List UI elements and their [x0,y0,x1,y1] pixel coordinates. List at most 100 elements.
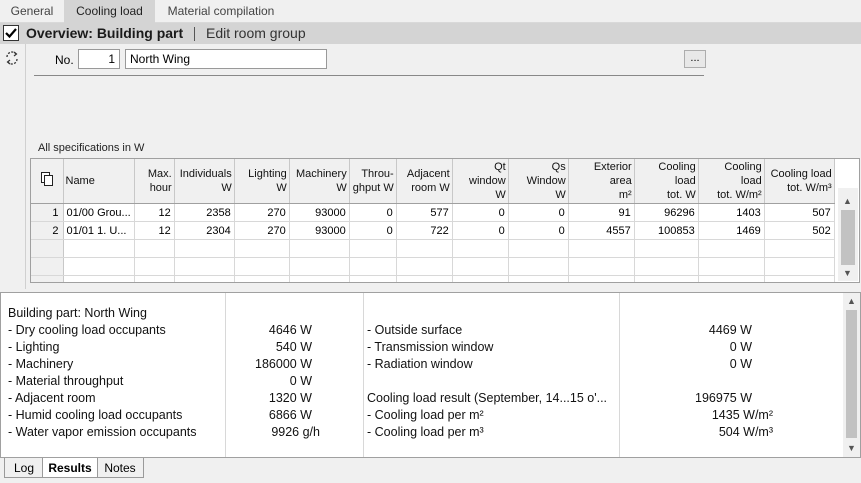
tab-cooling-load[interactable]: Cooling load [64,0,155,23]
result-label: - Water vapor emission occupants [8,425,197,439]
result-value: 196975 W [695,391,752,405]
top-tab-bar: General Cooling load Material compilatio… [0,0,861,23]
result-label: - Humid cooling load occupants [8,408,183,422]
scroll-up-arrow-icon[interactable]: ▲ [843,196,852,206]
more-button[interactable]: ... [684,50,706,68]
table-cell[interactable]: 93000 [289,203,350,222]
empty-row[interactable] [31,257,835,276]
table-cell[interactable]: 270 [234,203,290,222]
results-column-divider [619,293,620,457]
page-title: Overview: Building part [26,25,184,41]
tab-general[interactable]: General [0,0,64,23]
table-cell[interactable]: 91 [568,203,635,222]
table-cell[interactable]: 0 [508,221,569,240]
header-divider [194,27,195,41]
copy-column-header[interactable] [31,159,64,204]
table-cell[interactable]: 502 [764,221,835,240]
table-cell[interactable]: 1403 [698,203,765,222]
empty-row[interactable] [31,239,835,258]
checkmark-icon [5,28,17,39]
name-field[interactable]: North Wing [125,49,327,69]
table-cell[interactable]: 100853 [634,221,699,240]
table-cell[interactable]: 93000 [289,221,350,240]
scroll-down-arrow-icon[interactable]: ▼ [843,268,852,278]
results-panel: Building part: North Wing - Dry cooling … [0,292,861,458]
result-value: 186000 W [255,357,312,371]
tab-material-compilation[interactable]: Material compilation [155,0,287,23]
overview-header: Overview: Building part Edit room group [0,23,861,44]
scroll-down-arrow-icon[interactable]: ▼ [847,443,856,453]
row-number: 1 [31,203,64,222]
left-tool-strip [0,44,26,289]
result-label: Cooling load result (September, 14...15 … [367,391,608,405]
result-value: 9926 g/h [271,425,320,439]
empty-row[interactable] [31,275,835,282]
result-label: Building part: North Wing [8,306,147,320]
column-header[interactable]: Name [63,159,135,204]
result-label: - Cooling load per m² [367,408,484,422]
result-value: 0 W [289,374,312,388]
table-row[interactable]: 2 01/01 1. U... 12 2304 270 93000 0 722 … [31,221,835,240]
result-label: - Lighting [8,340,60,354]
column-header[interactable]: Max. hour [134,159,175,204]
edit-room-group-link[interactable]: Edit room group [206,24,306,43]
column-header[interactable]: Machinery W [289,159,350,204]
table-cell[interactable]: 12 [134,203,175,222]
scroll-up-arrow-icon[interactable]: ▲ [847,296,856,306]
column-header[interactable]: Individuals W [174,159,235,204]
result-value: 504 W/m³ [718,425,773,439]
table-cell[interactable]: 01/00 Grou... [63,203,135,222]
table-cell[interactable]: 577 [396,203,453,222]
table-cell[interactable]: 0 [452,203,509,222]
column-header[interactable]: Qt window W [452,159,509,204]
table-cell[interactable]: 507 [764,203,835,222]
specifications-note: All specifications in W [38,142,145,154]
building-part-grid[interactable]: Name Max. hour Individuals W Lighting W Mac… [30,158,860,283]
table-cell[interactable]: 2304 [174,221,235,240]
overview-checkbox[interactable] [3,25,19,41]
column-header[interactable]: Adjacent room W [396,159,453,204]
table-cell[interactable]: 0 [452,221,509,240]
tab-notes[interactable]: Notes [96,458,144,478]
table-cell[interactable]: 96296 [634,203,699,222]
column-header[interactable]: Cooling load tot. W/m² [698,159,765,204]
row-number: 2 [31,221,64,240]
result-value: 4469 W [708,323,752,337]
table-cell[interactable]: 4557 [568,221,635,240]
table-cell[interactable]: 01/01 1. U... [63,221,135,240]
table-cell[interactable]: 2358 [174,203,235,222]
grid-scroll-thumb[interactable] [841,210,855,265]
column-header[interactable]: Lighting W [234,159,290,204]
result-label: - Cooling load per m³ [367,425,484,439]
copy-icon [40,172,53,186]
result-label: - Dry cooling load occupants [8,323,166,337]
result-label: - Adjacent room [8,391,96,405]
table-cell[interactable]: 270 [234,221,290,240]
tab-log[interactable]: Log [4,458,44,478]
column-header[interactable]: Qs Window W [508,159,569,204]
result-value: 1320 W [268,391,312,405]
tab-results[interactable]: Results [42,458,98,478]
column-header[interactable]: Cooling load tot. W [634,159,699,204]
rooms-table: Name Max. hour Individuals W Lighting W Mac… [31,159,835,282]
number-field[interactable]: 1 [78,49,120,69]
bottom-tab-bar: Log Results Notes [0,458,861,483]
result-value: 6866 W [268,408,312,422]
results-column-divider [225,293,226,457]
table-header-row: Name Max. hour Individuals W Lighting W Mac… [31,159,835,204]
table-cell[interactable]: 0 [349,203,397,222]
form-divider [34,75,704,76]
result-value: 540 W [275,340,312,354]
table-cell[interactable]: 722 [396,221,453,240]
results-scroll-thumb[interactable] [846,310,857,438]
table-cell[interactable]: 0 [349,221,397,240]
result-value: 4646 W [268,323,312,337]
table-cell[interactable]: 1469 [698,221,765,240]
column-header[interactable]: Cooling load tot. W/m³ [764,159,835,204]
table-row[interactable]: 1 01/00 Grou... 12 2358 270 93000 0 577 … [31,203,835,222]
refresh-icon[interactable] [4,50,20,66]
table-cell[interactable]: 0 [508,203,569,222]
column-header[interactable]: Throu-ghput W [349,159,397,204]
table-cell[interactable]: 12 [134,221,175,240]
column-header[interactable]: Exterior area m² [568,159,635,204]
